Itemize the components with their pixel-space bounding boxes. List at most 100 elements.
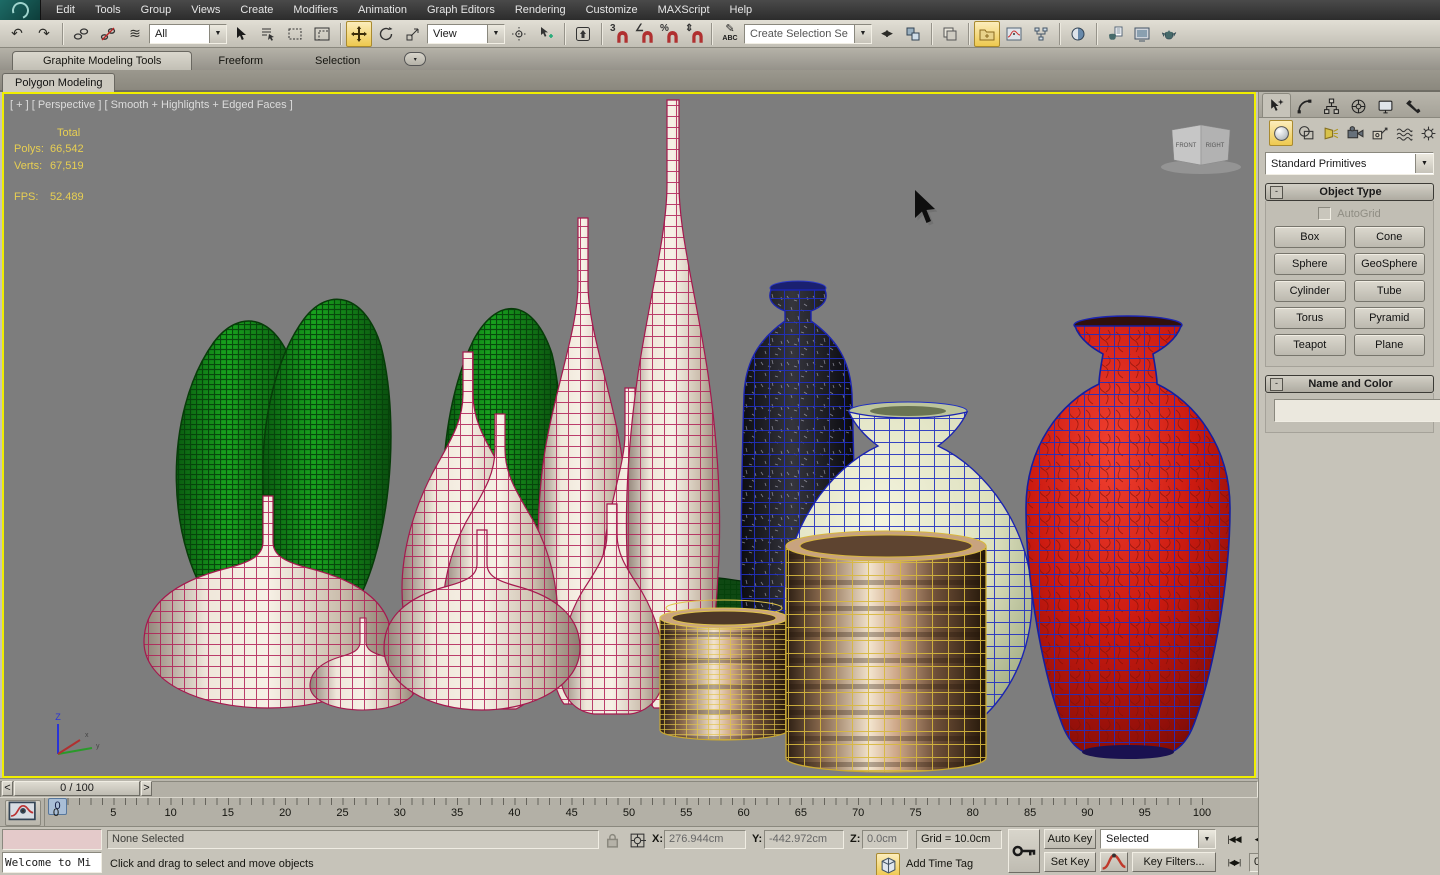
angle-snap-toggle[interactable]: ∠	[632, 22, 656, 46]
menu-customize[interactable]: Customize	[576, 0, 648, 20]
object-name-input[interactable]	[1274, 399, 1440, 422]
render-production-button[interactable]	[1156, 21, 1182, 47]
z-coord-field[interactable]: 0.0cm	[862, 830, 908, 849]
menu-group[interactable]: Group	[131, 0, 182, 20]
category-helpers-button[interactable]	[1369, 121, 1391, 145]
select-object-button[interactable]	[228, 21, 254, 47]
menu-modifiers[interactable]: Modifiers	[283, 0, 348, 20]
redo-button[interactable]: ↷	[31, 21, 57, 47]
menu-help[interactable]: Help	[720, 0, 763, 20]
menu-graph-editors[interactable]: Graph Editors	[417, 0, 505, 20]
auto-key-button[interactable]: Auto Key	[1044, 829, 1096, 849]
time-slider-next-button[interactable]: >	[141, 781, 152, 796]
sphere-button[interactable]: Sphere	[1274, 253, 1346, 275]
plane-button[interactable]: Plane	[1353, 334, 1425, 356]
dropdown-arrow-icon[interactable]: ▼	[487, 24, 504, 43]
tab-create[interactable]	[1262, 93, 1291, 117]
menu-maxscript[interactable]: MAXScript	[648, 0, 720, 20]
app-logo-button[interactable]	[0, 0, 41, 22]
key-mode-toggle-button[interactable]: |◀▶|	[1222, 852, 1246, 873]
viewcube[interactable]: FRONT RIGHT	[1161, 124, 1241, 174]
dropdown-arrow-icon[interactable]: ▼	[1415, 154, 1433, 173]
select-and-link-button[interactable]	[68, 21, 94, 47]
absolute-offset-mode-toggle[interactable]	[626, 829, 648, 851]
viewport-label[interactable]: [ + ] [ Perspective ] [ Smooth + Highlig…	[10, 99, 293, 111]
category-lights-button[interactable]	[1320, 121, 1342, 145]
ribbon-tab-selection[interactable]: Selection	[289, 52, 386, 70]
selection-filter-dropdown[interactable]: All ▼	[149, 23, 227, 44]
rendered-frame-window-button[interactable]	[1129, 21, 1155, 47]
geometry-category-dropdown[interactable]: Standard Primitives ▼	[1265, 152, 1434, 175]
default-in-out-tangents-button[interactable]	[1100, 852, 1128, 872]
named-selection-dropdown[interactable]: Create Selection Se ▼	[744, 23, 872, 44]
category-shapes-button[interactable]	[1295, 121, 1317, 145]
trackbar-ruler[interactable]: 0 0 5 10 15 20 25 30 35 40 45 50 55 60 65 70 75 80 85 90 95…	[44, 798, 1220, 826]
menu-views[interactable]: Views	[181, 0, 230, 20]
ribbon-minimize-button[interactable]: ▾	[404, 52, 427, 66]
scene-cylinder-gold-large[interactable]	[785, 530, 987, 773]
graphite-ribbon-toggle[interactable]	[974, 20, 1000, 47]
teapot-button[interactable]: Teapot	[1274, 334, 1346, 356]
autogrid-checkbox[interactable]	[1318, 207, 1332, 220]
select-and-rotate-button[interactable]	[373, 21, 399, 47]
window-crossing-toggle[interactable]	[309, 21, 335, 47]
isolate-cube-icon[interactable]	[876, 853, 900, 875]
unlink-selection-button[interactable]	[95, 21, 121, 47]
percent-snap-toggle[interactable]: %	[657, 22, 681, 46]
y-coord-field[interactable]: -442.972cm	[764, 830, 844, 849]
menu-create[interactable]: Create	[230, 0, 283, 20]
name-color-rollout-header[interactable]: - Name and Color	[1265, 375, 1434, 393]
render-setup-button[interactable]	[1102, 21, 1128, 47]
align-button[interactable]	[900, 21, 926, 47]
rectangular-selection-region-button[interactable]	[282, 21, 308, 47]
schematic-view-button[interactable]	[1028, 21, 1054, 47]
box-button[interactable]: Box	[1274, 226, 1346, 248]
dropdown-arrow-icon[interactable]: ▼	[1198, 830, 1215, 848]
geosphere-button[interactable]: GeoSphere	[1353, 253, 1425, 275]
maxscript-mini-listener-output[interactable]: Welcome to Mi	[2, 852, 102, 873]
scene-cylinder-gold-small[interactable]	[659, 599, 789, 741]
menu-tools[interactable]: Tools	[85, 0, 131, 20]
go-to-start-button[interactable]: |◀◀	[1222, 829, 1246, 850]
scene-vase-red-crackle[interactable]	[1025, 315, 1231, 759]
object-type-rollout-header[interactable]: - Object Type	[1265, 183, 1434, 201]
tab-hierarchy[interactable]	[1318, 95, 1345, 117]
tab-modify[interactable]	[1291, 95, 1318, 117]
material-editor-button[interactable]	[1065, 21, 1091, 47]
pyramid-button[interactable]: Pyramid	[1353, 307, 1425, 329]
dropdown-arrow-icon[interactable]: ▼	[854, 24, 871, 43]
bind-to-space-warp-button[interactable]: ≋	[122, 21, 148, 47]
menu-animation[interactable]: Animation	[348, 0, 417, 20]
key-filters-button[interactable]: Key Filters...	[1132, 852, 1216, 872]
tab-display[interactable]	[1372, 95, 1399, 117]
viewport-scene[interactable]: FRONT RIGHT Z x y	[4, 94, 1254, 776]
tube-button[interactable]: Tube	[1353, 280, 1425, 302]
collapse-icon[interactable]: -	[1270, 377, 1283, 391]
mirror-button[interactable]: ◀▶	[873, 21, 899, 47]
category-geometry-button[interactable]	[1269, 120, 1294, 146]
perspective-viewport[interactable]: FRONT RIGHT Z x y [ + ] [ Perspective ] …	[2, 92, 1256, 778]
ribbon-tab-graphite[interactable]: Graphite Modeling Tools	[12, 51, 193, 70]
cone-button[interactable]: Cone	[1353, 226, 1425, 248]
select-and-move-button[interactable]	[346, 20, 372, 47]
undo-button[interactable]: ↶	[4, 21, 30, 47]
select-and-manipulate-button[interactable]	[533, 21, 559, 47]
toggle-auto-key-button[interactable]	[1008, 829, 1040, 873]
ribbon-panel-polygon-modeling[interactable]: Polygon Modeling	[2, 73, 116, 93]
menu-rendering[interactable]: Rendering	[505, 0, 576, 20]
spinner-snap-toggle[interactable]: ⇕	[682, 22, 706, 46]
time-slider-prev-button[interactable]: <	[2, 781, 13, 796]
menu-edit[interactable]: Edit	[46, 0, 85, 20]
dropdown-arrow-icon[interactable]: ▼	[209, 24, 226, 43]
curve-editor-button[interactable]	[1001, 21, 1027, 47]
maxscript-mini-listener-pink[interactable]	[2, 829, 102, 850]
viewcube-front-label[interactable]: FRONT	[1176, 143, 1197, 149]
layer-manager-button[interactable]	[937, 21, 963, 47]
viewcube-right-label[interactable]: RIGHT	[1206, 143, 1225, 149]
time-slider-handle[interactable]: 0 / 100	[14, 781, 140, 796]
set-key-button[interactable]: Set Key	[1044, 852, 1096, 872]
open-mini-curve-editor-button[interactable]	[5, 800, 41, 826]
time-slider-track[interactable]	[0, 781, 1258, 798]
tab-motion[interactable]	[1345, 95, 1372, 117]
use-pivot-center-button[interactable]	[506, 21, 532, 47]
